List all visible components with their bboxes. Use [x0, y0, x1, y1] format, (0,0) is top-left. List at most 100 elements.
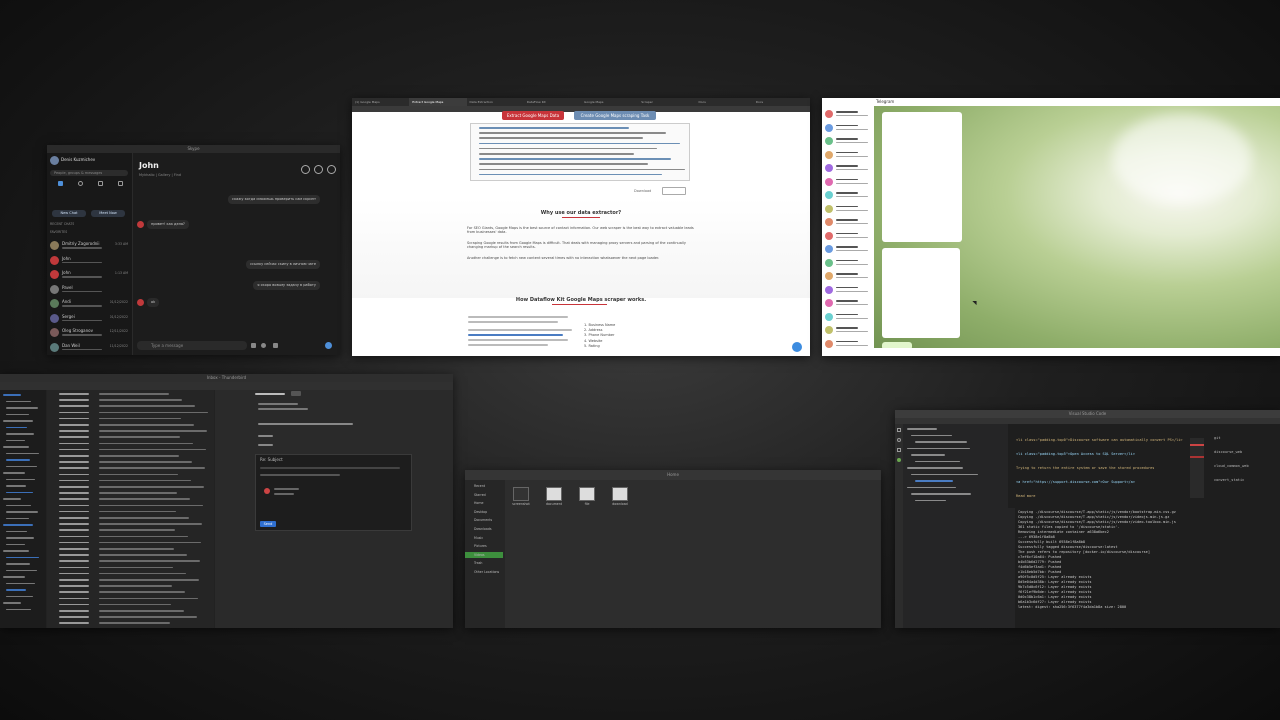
browser-tab[interactable]: Scraper	[638, 98, 695, 106]
skype-search-input[interactable]: People, groups & messages	[50, 170, 128, 176]
files-sidebar-item[interactable]: Other Locations	[465, 569, 503, 575]
folder-item[interactable]	[6, 407, 38, 409]
new-chat-button[interactable]: New Chat	[52, 210, 86, 217]
mail-subject[interactable]	[99, 424, 194, 426]
folder-item[interactable]	[6, 413, 29, 415]
chat-avatar[interactable]	[825, 245, 833, 253]
folder-item[interactable]	[3, 420, 33, 422]
mail-subject[interactable]	[99, 498, 190, 500]
folder-item[interactable]	[6, 478, 35, 480]
mail-subject[interactable]	[99, 461, 192, 463]
mail-subject[interactable]	[99, 529, 175, 531]
browser-tab[interactable]: Data Extraction	[467, 98, 524, 106]
folder-item[interactable]	[6, 582, 35, 584]
mail-subject[interactable]	[99, 622, 170, 624]
attach-icon[interactable]	[251, 343, 256, 348]
chat-avatar[interactable]	[825, 150, 833, 159]
explorer-item[interactable]	[911, 493, 971, 495]
folder-item[interactable]	[3, 498, 21, 500]
folder-item[interactable]	[6, 426, 27, 428]
folder-item[interactable]	[6, 485, 26, 487]
files-sidebar-item[interactable]: Starred	[465, 492, 503, 498]
chat-avatar[interactable]	[825, 272, 833, 280]
file-icon[interactable]	[612, 487, 628, 501]
folder-item[interactable]	[6, 569, 37, 571]
add-person-icon[interactable]	[327, 165, 336, 174]
mail-subject[interactable]	[99, 405, 195, 407]
contact-item[interactable]: Sergei 01/12/2022	[50, 312, 130, 326]
telegram-message-input[interactable]	[874, 348, 1280, 356]
browser-tab[interactable]: (1) Google Maps	[352, 98, 409, 106]
create-task-button[interactable]: Create Google Maps scraping Task	[574, 111, 656, 120]
files-sidebar-item[interactable]: Desktop	[465, 509, 503, 515]
git-icon[interactable]	[897, 448, 901, 452]
mail-subject[interactable]	[99, 572, 186, 575]
mail-subject[interactable]	[99, 430, 207, 432]
files-sidebar-item[interactable]: Documents	[465, 517, 503, 523]
chat-avatar[interactable]	[825, 137, 833, 145]
folder-item[interactable]	[6, 452, 39, 454]
folder-item[interactable]	[3, 446, 29, 448]
chat-avatar[interactable]	[825, 299, 833, 307]
chat-icon[interactable]	[57, 181, 63, 186]
folder-item[interactable]	[6, 537, 34, 539]
mail-subject[interactable]	[99, 417, 181, 420]
mail-subject[interactable]	[99, 448, 206, 451]
mail-subject[interactable]	[99, 585, 172, 587]
explorer-item[interactable]	[915, 441, 967, 443]
mail-subject[interactable]	[99, 579, 199, 581]
editor-line[interactable]: <li class="padding-top5">Open Access to …	[1016, 452, 1186, 457]
mail-subject[interactable]	[99, 548, 174, 550]
send-icon[interactable]	[325, 342, 332, 349]
explorer-item[interactable]	[911, 473, 978, 475]
mail-subject[interactable]	[99, 436, 180, 438]
contact-item[interactable]: Oleg Stroganov 12/11/2022	[50, 326, 130, 340]
mail-subject[interactable]	[99, 492, 177, 494]
folder-item[interactable]	[6, 563, 30, 565]
folder-item[interactable]	[3, 524, 33, 526]
call-icon[interactable]	[77, 181, 83, 186]
mail-subject[interactable]	[99, 504, 203, 507]
files-sidebar-item[interactable]: Downloads	[465, 526, 503, 532]
chat-avatar[interactable]	[825, 191, 833, 199]
browser-tab[interactable]: Docs	[753, 98, 810, 106]
folder-item[interactable]	[6, 433, 34, 435]
chat-avatar[interactable]	[825, 110, 833, 118]
folder-item[interactable]	[3, 550, 29, 552]
contacts-icon[interactable]	[97, 181, 103, 186]
folder-item[interactable]	[6, 595, 33, 597]
mail-subject[interactable]	[99, 610, 184, 612]
mail-subject[interactable]	[99, 442, 193, 445]
mail-subject[interactable]	[99, 560, 200, 562]
mail-subject[interactable]	[99, 479, 191, 482]
mail-subject[interactable]	[99, 523, 202, 525]
editor-line[interactable]: <li class="padding-top0">Discourse softw…	[1016, 438, 1186, 443]
folder-item[interactable]	[6, 517, 29, 519]
mail-subject[interactable]	[99, 473, 178, 476]
mail-subject[interactable]	[99, 411, 208, 414]
chat-avatar[interactable]	[825, 123, 833, 132]
contact-item[interactable]: John	[50, 254, 130, 268]
mail-subject[interactable]	[99, 393, 169, 395]
export-label[interactable]: Download	[634, 188, 651, 194]
explorer-item[interactable]	[907, 486, 956, 488]
browser-tab[interactable]: DataFlow Kit	[524, 98, 581, 106]
mail-subject[interactable]	[99, 597, 198, 600]
chat-avatar[interactable]	[825, 312, 833, 321]
contact-item[interactable]: Pavel	[50, 283, 130, 297]
chat-avatar[interactable]	[825, 339, 833, 348]
chat-avatar[interactable]	[825, 177, 833, 186]
contact-item[interactable]: Dmitriy Zagorodnii 3:33 AM	[50, 239, 130, 253]
chat-avatar[interactable]	[825, 258, 833, 267]
phone-icon[interactable]	[314, 165, 323, 174]
mail-subject[interactable]	[99, 510, 176, 513]
files-sidebar-item[interactable]: Videos	[465, 551, 503, 558]
folder-item[interactable]	[6, 556, 39, 558]
mail-subject[interactable]	[99, 541, 201, 544]
folder-item[interactable]	[6, 589, 26, 591]
folder-item[interactable]	[6, 530, 27, 532]
chat-avatar[interactable]	[825, 204, 833, 213]
mail-subject[interactable]	[99, 591, 185, 593]
editor-line[interactable]: Read more	[1016, 494, 1186, 499]
explorer-icon[interactable]	[897, 428, 901, 432]
